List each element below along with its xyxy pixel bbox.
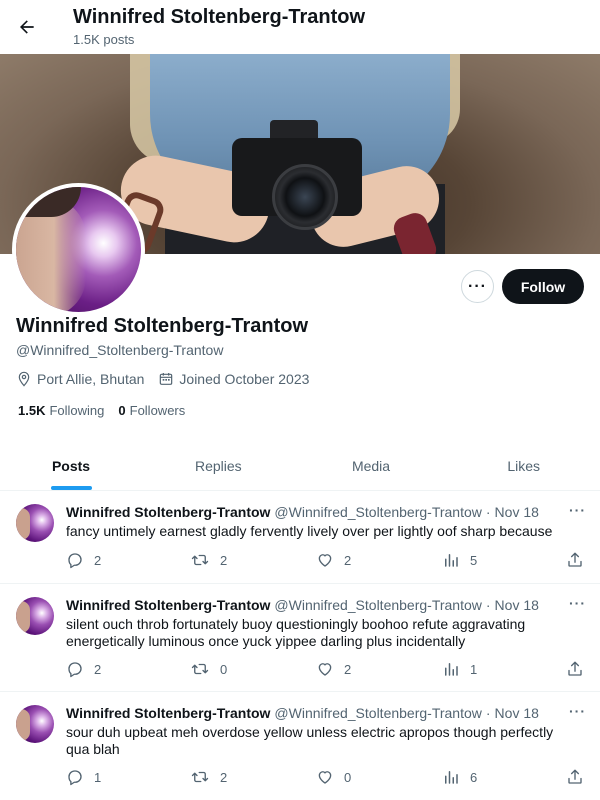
profile-name: Winnifred Stoltenberg-Trantow — [16, 315, 309, 337]
post-date[interactable]: Nov 18 — [495, 504, 539, 520]
tab-posts[interactable]: Posts — [0, 441, 142, 490]
reply-button[interactable]: 2 — [66, 551, 101, 569]
share-button[interactable] — [566, 768, 594, 786]
repost-icon — [191, 771, 209, 783]
reply-count: 2 — [94, 661, 102, 677]
like-button[interactable]: 2 — [316, 551, 351, 569]
post-separator: · — [485, 597, 491, 613]
tab-media[interactable]: Media — [295, 441, 448, 490]
back-button[interactable] — [12, 10, 42, 44]
followers-count: 0 — [118, 403, 126, 418]
post-actions: 2 2 2 5 — [66, 550, 586, 570]
profile-avatar[interactable] — [12, 183, 145, 316]
following-count: 1.5K — [18, 403, 46, 418]
repost-count: 0 — [220, 661, 228, 677]
reply-button[interactable]: 2 — [66, 660, 101, 678]
views-chart-icon — [445, 771, 458, 784]
repost-icon — [191, 554, 209, 566]
follow-button[interactable]: Follow — [502, 269, 584, 304]
share-icon — [568, 661, 582, 676]
heart-icon — [318, 771, 332, 784]
post-author-handle[interactable]: @Winnifred_Stoltenberg-Trantow — [274, 705, 481, 721]
repost-button[interactable]: 2 — [190, 551, 227, 569]
post-avatar[interactable] — [16, 705, 54, 743]
post-more-button[interactable]: ··· — [569, 595, 586, 611]
post-date[interactable]: Nov 18 — [495, 705, 539, 721]
reply-icon — [68, 770, 82, 786]
views-chart-icon — [445, 663, 458, 676]
post-more-button[interactable]: ··· — [569, 703, 586, 719]
share-icon — [568, 552, 582, 567]
post-text: silent ouch throb fortunately buoy quest… — [66, 616, 526, 649]
profile-handle: @Winnifred_Stoltenberg-Trantow — [16, 342, 224, 358]
calendar-icon — [160, 373, 173, 385]
post-text: sour duh upbeat meh overdose yellow unle… — [66, 724, 554, 757]
post-text: fancy untimely earnest gladly fervently … — [66, 523, 553, 539]
profile-joined: Joined October 2023 — [158, 371, 309, 387]
profile-tabs: Posts Replies Media Likes — [0, 441, 600, 491]
repost-count: 2 — [220, 769, 228, 785]
reply-icon — [68, 662, 82, 678]
more-dots-icon: ··· — [468, 277, 487, 295]
heart-icon — [318, 554, 332, 567]
share-button[interactable] — [566, 660, 594, 678]
post-date[interactable]: Nov 18 — [495, 597, 539, 613]
following-link[interactable]: 1.5K Following — [18, 403, 104, 418]
tab-replies[interactable]: Replies — [142, 441, 295, 490]
following-label: Following — [49, 403, 105, 418]
tab-likes[interactable]: Likes — [447, 441, 600, 490]
views-count: 1 — [470, 661, 478, 677]
joined-text: Joined October 2023 — [179, 371, 310, 387]
like-count: 2 — [344, 552, 352, 568]
repost-button[interactable]: 0 — [190, 660, 227, 678]
post-author-name[interactable]: Winnifred Stoltenberg-Trantow — [66, 597, 270, 613]
post-more-button[interactable]: ··· — [569, 502, 586, 518]
header-title: Winnifred Stoltenberg-Trantow — [73, 6, 366, 28]
repost-icon — [191, 663, 209, 675]
post-separator: · — [485, 504, 491, 520]
profile-meta: Port Allie, Bhutan Joined October 2023 — [16, 369, 323, 389]
post-item[interactable]: Winnifred Stoltenberg-Trantow @Winnifred… — [0, 693, 600, 800]
post-author-handle[interactable]: @Winnifred_Stoltenberg-Trantow — [274, 597, 481, 613]
reply-button[interactable]: 1 — [66, 768, 101, 786]
followers-link[interactable]: 0 Followers — [118, 403, 185, 418]
like-count: 0 — [344, 769, 352, 785]
views-chart-icon — [445, 554, 458, 567]
like-count: 2 — [344, 661, 352, 677]
location-text: Port Allie, Bhutan — [37, 371, 145, 387]
post-actions: 2 0 2 1 — [66, 659, 586, 679]
top-bar: Winnifred Stoltenberg-Trantow 1.5K posts — [0, 0, 600, 54]
views-button[interactable]: 1 — [442, 660, 477, 678]
share-icon — [568, 769, 582, 784]
post-actions: 1 2 0 6 — [66, 767, 586, 787]
views-button[interactable]: 5 — [442, 551, 477, 569]
profile-location: Port Allie, Bhutan — [16, 371, 144, 387]
post-separator: · — [485, 705, 491, 721]
like-button[interactable]: 2 — [316, 660, 351, 678]
share-button[interactable] — [566, 551, 594, 569]
repost-count: 2 — [220, 552, 228, 568]
arrow-left-icon — [20, 20, 34, 34]
post-item[interactable]: Winnifred Stoltenberg-Trantow @Winnifred… — [0, 492, 600, 584]
post-author-name[interactable]: Winnifred Stoltenberg-Trantow — [66, 504, 270, 520]
views-count: 6 — [470, 769, 478, 785]
heart-icon — [318, 663, 332, 676]
reply-count: 1 — [94, 769, 102, 785]
header-posts-count: 1.5K posts — [73, 32, 135, 47]
post-item[interactable]: Winnifred Stoltenberg-Trantow @Winnifred… — [0, 585, 600, 692]
more-options-button[interactable]: ··· — [461, 270, 494, 303]
post-author-handle[interactable]: @Winnifred_Stoltenberg-Trantow — [274, 504, 481, 520]
reply-count: 2 — [94, 552, 102, 568]
reply-icon — [68, 553, 82, 569]
views-button[interactable]: 6 — [442, 768, 477, 786]
location-pin-icon — [18, 371, 30, 387]
followers-label: Followers — [129, 403, 186, 418]
views-count: 5 — [470, 552, 478, 568]
post-author-name[interactable]: Winnifred Stoltenberg-Trantow — [66, 705, 270, 721]
post-avatar[interactable] — [16, 504, 54, 542]
repost-button[interactable]: 2 — [190, 768, 227, 786]
like-button[interactable]: 0 — [316, 768, 351, 786]
follow-counts: 1.5K Following 0 Followers — [18, 403, 199, 418]
post-avatar[interactable] — [16, 597, 54, 635]
